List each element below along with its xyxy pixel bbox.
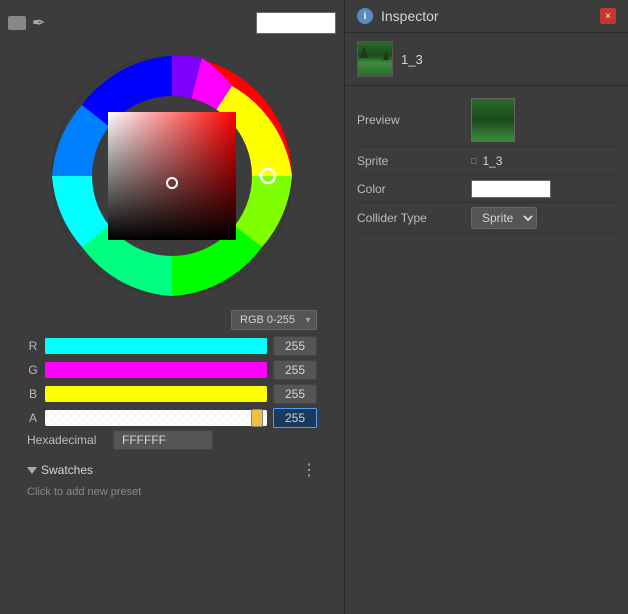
- close-button[interactable]: ×: [600, 8, 616, 24]
- channel-row-b: B: [27, 384, 317, 404]
- mode-select-row: RGB 0-255RGB 0-1HSVHex: [27, 310, 317, 330]
- inspector-panel: i Inspector × 1_3 Preview Sprite □: [345, 0, 628, 614]
- prop-row-collider: Collider Type Sprite: [357, 203, 616, 234]
- prop-row-color: Color: [357, 175, 616, 203]
- asset-name: 1_3: [401, 52, 423, 67]
- channel-label-r: R: [27, 339, 39, 353]
- prop-row-sprite: Sprite □ 1_3: [357, 147, 616, 175]
- info-icon: i: [357, 8, 373, 24]
- channel-value-a[interactable]: [273, 408, 317, 428]
- slider-r[interactable]: [45, 338, 267, 354]
- channel-value-b[interactable]: [273, 384, 317, 404]
- preview-thumbnail: [471, 98, 515, 142]
- hex-row: Hexadecimal: [27, 430, 317, 450]
- sprite-name: 1_3: [482, 154, 502, 168]
- inspector-title: Inspector: [381, 8, 439, 24]
- color-picker-topbar: ✒: [0, 8, 344, 38]
- prop-row-preview: Preview: [357, 94, 616, 147]
- add-preset-label: Click to add new preset: [27, 486, 141, 498]
- color-picker-panel: ✒: [0, 0, 345, 614]
- color-swatch[interactable]: [471, 180, 551, 198]
- channel-row-r: R: [27, 336, 317, 356]
- prop-value-sprite: □ 1_3: [467, 150, 616, 172]
- channels-area: R G B A: [27, 336, 317, 428]
- mode-select[interactable]: RGB 0-255RGB 0-1HSVHex: [231, 310, 317, 330]
- prop-label-sprite: Sprite: [357, 150, 467, 172]
- channel-value-g[interactable]: [273, 360, 317, 380]
- alpha-thumb[interactable]: [251, 409, 263, 427]
- triangle-down-icon: [27, 467, 37, 474]
- channel-row-g: G: [27, 360, 317, 380]
- collider-dropdown[interactable]: Sprite: [471, 207, 537, 229]
- color-preview-box[interactable]: [256, 12, 336, 34]
- properties-area: Preview Sprite □ 1_3 Color Collider Ty: [345, 86, 628, 242]
- asset-name-row: 1_3: [345, 33, 628, 86]
- channel-label-g: G: [27, 363, 39, 377]
- sprite-icon: □: [471, 156, 476, 166]
- folder-icon[interactable]: [8, 16, 26, 30]
- swatches-menu-icon[interactable]: ⋮: [301, 460, 317, 480]
- prop-label-preview: Preview: [357, 109, 467, 131]
- add-preset-row[interactable]: Click to add new preset: [27, 482, 317, 502]
- prop-label-collider: Collider Type: [357, 207, 467, 229]
- eyedropper-icon[interactable]: ✒: [32, 13, 45, 33]
- inspector-header: i Inspector ×: [345, 0, 628, 33]
- prop-label-color: Color: [357, 178, 467, 200]
- slider-g[interactable]: [45, 362, 267, 378]
- channel-label-a: A: [27, 411, 39, 425]
- hex-label: Hexadecimal: [27, 433, 107, 447]
- swatches-header: Swatches ⋮: [27, 458, 317, 482]
- prop-value-preview: [467, 94, 616, 146]
- channel-label-b: B: [27, 387, 39, 401]
- prop-value-color: [467, 176, 616, 202]
- asset-thumbnail: [357, 41, 393, 77]
- slider-a[interactable]: [45, 410, 267, 426]
- color-wheel-svg[interactable]: [42, 46, 302, 306]
- channel-row-a: A: [27, 408, 317, 428]
- swatches-label: Swatches: [41, 463, 93, 477]
- mode-select-wrapper[interactable]: RGB 0-255RGB 0-1HSVHex: [231, 310, 317, 330]
- channel-value-r[interactable]: [273, 336, 317, 356]
- color-wheel-container[interactable]: [42, 46, 302, 306]
- hex-input[interactable]: [113, 430, 213, 450]
- slider-b[interactable]: [45, 386, 267, 402]
- swatches-title[interactable]: Swatches: [27, 463, 93, 477]
- prop-value-collider: Sprite: [467, 203, 616, 233]
